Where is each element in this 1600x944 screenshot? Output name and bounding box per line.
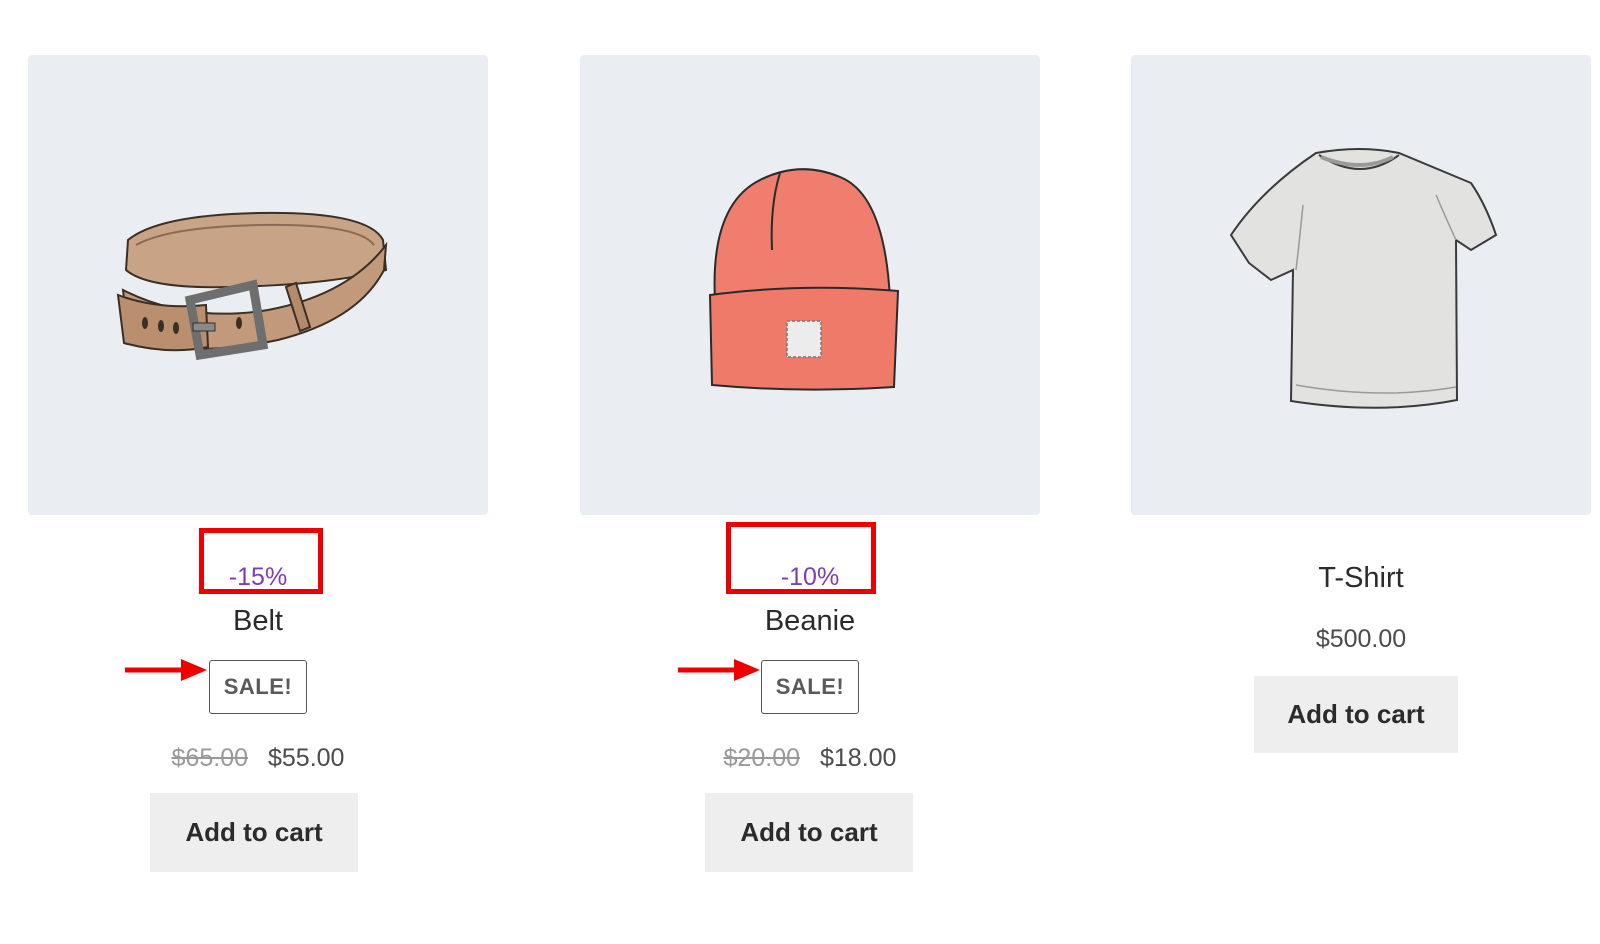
add-to-cart-button[interactable]: Add to cart (1254, 676, 1458, 753)
product-title[interactable]: Beanie (580, 605, 1040, 638)
product-card-belt: -15% Belt SALE! $65.00 $55.00 Add to cart (28, 0, 488, 944)
tshirt-image[interactable] (1131, 55, 1591, 515)
tshirt-icon (1229, 148, 1498, 409)
add-to-cart-button[interactable]: Add to cart (705, 793, 913, 872)
annotation-highlight-box (199, 528, 323, 594)
product-card-beanie: -10% Beanie SALE! $20.00 $18.00 Add to ca… (580, 0, 1040, 944)
sale-price: $18.00 (820, 744, 897, 772)
sale-badge: SALE! (760, 660, 860, 714)
beanie-icon (708, 168, 900, 391)
product-title[interactable]: Belt (28, 605, 488, 638)
sale-badge: SALE! (208, 660, 308, 714)
regular-price: $500.00 (1315, 625, 1407, 653)
sale-price: $55.00 (268, 744, 345, 772)
sale-badge-wrap: SALE! (28, 660, 488, 714)
product-title[interactable]: T-Shirt (1131, 562, 1591, 595)
sale-badge-wrap: SALE! (580, 660, 1040, 714)
old-price: $20.00 (723, 744, 800, 772)
belt-image[interactable] (28, 55, 488, 515)
product-card-tshirt: T-Shirt $500.00 Add to cart (1131, 0, 1591, 944)
old-price: $65.00 (171, 744, 248, 772)
beanie-image[interactable] (580, 55, 1040, 515)
price-block: $20.00 $18.00 (580, 744, 1040, 773)
annotation-highlight-box (726, 522, 876, 594)
add-to-cart-button[interactable]: Add to cart (150, 793, 358, 872)
price-block: $65.00 $55.00 (28, 744, 488, 773)
belt-icon (116, 211, 388, 361)
